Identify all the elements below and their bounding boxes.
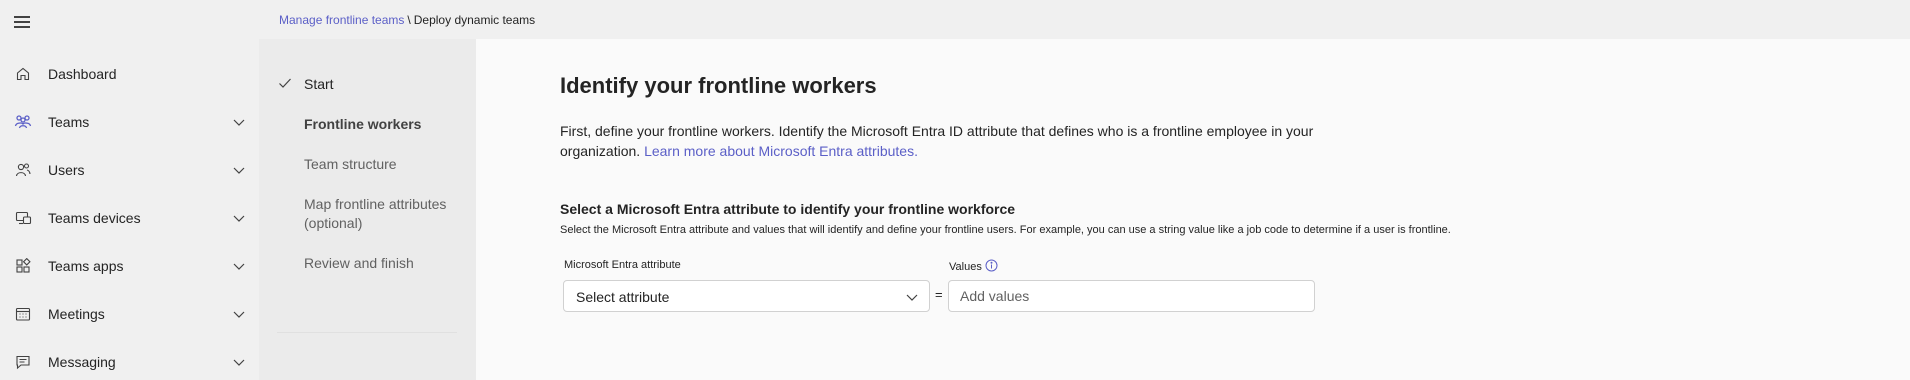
users-icon xyxy=(14,161,32,179)
chat-icon xyxy=(14,353,32,371)
nav-label: Teams apps xyxy=(48,258,124,274)
breadcrumb-separator: \ xyxy=(407,13,411,27)
learn-more-link[interactable]: Learn more about Microsoft Entra attribu… xyxy=(644,143,918,159)
values-field-label: Values xyxy=(949,261,982,273)
top-bar: Manage frontline teams \ Deploy dynamic te… xyxy=(259,0,1910,39)
step-map-frontline-attributes[interactable]: Map frontline attributes (optional) xyxy=(304,195,454,233)
checkmark-icon xyxy=(277,75,293,91)
nav-label: Users xyxy=(48,162,85,178)
nav-item-teams[interactable]: Teams xyxy=(0,100,259,144)
home-icon xyxy=(14,65,32,83)
values-input-wrapper xyxy=(948,280,1315,312)
section-title: Select a Microsoft Entra attribute to id… xyxy=(560,201,1016,217)
hamburger-menu-icon[interactable] xyxy=(14,16,32,32)
section-description: Select the Microsoft Entra attribute and… xyxy=(560,224,1451,236)
nav-item-messaging[interactable]: Messaging xyxy=(0,340,259,380)
attribute-field-label: Microsoft Entra attribute xyxy=(564,259,681,271)
apps-icon xyxy=(14,257,32,275)
nav-label: Teams devices xyxy=(48,210,141,226)
teams-icon xyxy=(14,113,32,131)
nav-item-meetings[interactable]: Meetings xyxy=(0,292,259,336)
wizard-steps: Start Frontline workers Team structure M… xyxy=(259,39,476,380)
nav-label: Meetings xyxy=(48,306,105,322)
values-input[interactable] xyxy=(949,281,1314,311)
step-review-and-finish[interactable]: Review and finish xyxy=(304,254,454,273)
page-title: Identify your frontline workers xyxy=(560,73,877,98)
nav-label: Teams xyxy=(48,114,90,130)
left-nav: Dashboard Teams Users Teams devices Team… xyxy=(0,0,259,380)
nav-label: Messaging xyxy=(48,354,116,370)
nav-label: Dashboard xyxy=(48,66,117,82)
chevron-down-icon[interactable] xyxy=(232,211,246,225)
breadcrumb-current: Deploy dynamic teams xyxy=(413,13,536,27)
chevron-down-icon[interactable] xyxy=(232,163,246,177)
chevron-down-icon[interactable] xyxy=(232,355,246,369)
chevron-down-icon[interactable] xyxy=(232,307,246,321)
breadcrumb-link-manage-frontline-teams[interactable]: Manage frontline teams xyxy=(279,13,404,27)
step-frontline-workers[interactable]: Frontline workers xyxy=(304,115,454,134)
chevron-down-icon[interactable] xyxy=(232,259,246,273)
attribute-dropdown[interactable]: Select attribute xyxy=(563,280,930,312)
chevron-down-icon[interactable] xyxy=(232,115,246,129)
nav-item-teams-devices[interactable]: Teams devices xyxy=(0,196,259,240)
nav-item-teams-apps[interactable]: Teams apps xyxy=(0,244,259,288)
step-team-structure[interactable]: Team structure xyxy=(304,155,454,174)
breadcrumb: Manage frontline teams \ Deploy dynamic te… xyxy=(279,13,535,27)
devices-icon xyxy=(14,209,32,227)
chevron-down-icon xyxy=(905,290,919,304)
values-field-label-wrap: Values xyxy=(949,259,998,273)
nav-item-users[interactable]: Users xyxy=(0,148,259,192)
info-icon[interactable] xyxy=(985,259,998,272)
attribute-dropdown-value: Select attribute xyxy=(576,289,670,305)
intro-paragraph: First, define your frontline workers. Id… xyxy=(560,121,1340,161)
calendar-icon xyxy=(14,305,32,323)
steps-divider xyxy=(277,332,457,333)
main-content: Identify your frontline workers First, d… xyxy=(476,39,1910,380)
nav-item-dashboard[interactable]: Dashboard xyxy=(0,52,259,96)
step-start[interactable]: Start xyxy=(304,75,454,94)
equals-sign: = xyxy=(935,287,943,302)
